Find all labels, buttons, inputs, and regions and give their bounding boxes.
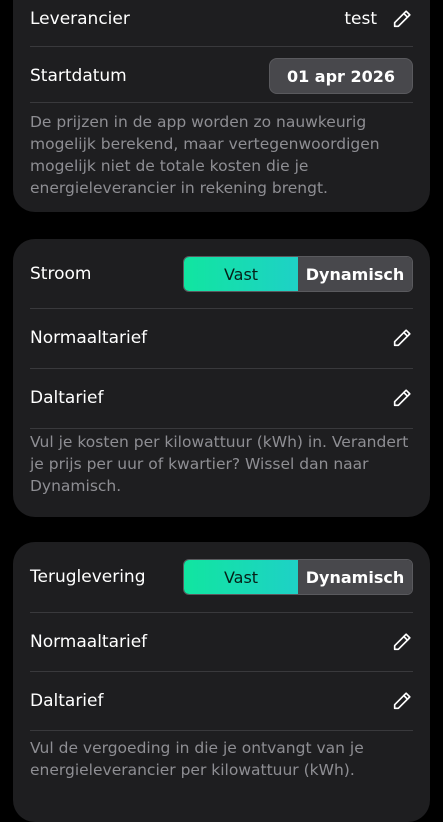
supplier-card: Leverancier test Startdatum 01 apr 2026 … xyxy=(13,0,430,212)
start-date-label: Startdatum xyxy=(30,66,127,86)
divider xyxy=(30,612,413,613)
feed-in-option-dynamic[interactable]: Dynamisch xyxy=(298,560,412,594)
divider xyxy=(30,428,413,429)
edit-feed-in-off-peak-rate-pencil-icon[interactable] xyxy=(391,690,413,712)
edit-electricity-normal-rate-pencil-icon[interactable] xyxy=(391,327,413,349)
feed-in-header-row: Teruglevering Vast Dynamisch xyxy=(30,558,413,596)
edit-electricity-off-peak-rate-pencil-icon[interactable] xyxy=(391,387,413,409)
electricity-tariff-toggle[interactable]: Vast Dynamisch xyxy=(183,256,413,292)
supplier-note: De prijzen in de app worden zo nauwkeuri… xyxy=(30,113,380,197)
electricity-normal-rate-row[interactable]: Normaaltarief xyxy=(30,323,413,353)
supplier-label: Leverancier xyxy=(30,9,130,29)
edit-feed-in-normal-rate-pencil-icon[interactable] xyxy=(391,631,413,653)
feed-in-off-peak-rate-row[interactable]: Daltarief xyxy=(30,686,413,716)
divider xyxy=(30,102,413,103)
start-date-row: Startdatum 01 apr 2026 xyxy=(30,56,413,96)
feed-in-card: Teruglevering Vast Dynamisch Normaaltari… xyxy=(13,542,430,822)
electricity-header-row: Stroom Vast Dynamisch xyxy=(30,255,413,293)
divider xyxy=(30,368,413,369)
feed-in-option-fixed[interactable]: Vast xyxy=(184,560,298,594)
feed-in-title: Teruglevering xyxy=(30,567,146,587)
supplier-value-group[interactable]: test xyxy=(344,8,413,30)
electricity-note: Vul je kosten per kilowattuur (kWh) in. … xyxy=(30,433,409,495)
electricity-off-peak-rate-label: Daltarief xyxy=(30,388,104,408)
start-date-picker[interactable]: 01 apr 2026 xyxy=(269,58,413,94)
divider xyxy=(30,46,413,47)
divider xyxy=(30,308,413,309)
divider xyxy=(30,671,413,672)
feed-in-normal-rate-row[interactable]: Normaaltarief xyxy=(30,627,413,657)
electricity-option-dynamic[interactable]: Dynamisch xyxy=(298,257,412,291)
electricity-option-fixed[interactable]: Vast xyxy=(184,257,298,291)
feed-in-normal-rate-label: Normaaltarief xyxy=(30,632,148,652)
supplier-value: test xyxy=(344,9,377,29)
electricity-off-peak-rate-row[interactable]: Daltarief xyxy=(30,383,413,413)
edit-supplier-pencil-icon[interactable] xyxy=(391,8,413,30)
electricity-title: Stroom xyxy=(30,264,92,284)
feed-in-off-peak-rate-label: Daltarief xyxy=(30,691,104,711)
feed-in-note: Vul de vergoeding in die je ontvangt van… xyxy=(30,739,364,779)
electricity-normal-rate-label: Normaaltarief xyxy=(30,328,148,348)
supplier-row[interactable]: Leverancier test xyxy=(30,4,413,34)
electricity-card: Stroom Vast Dynamisch Normaaltarief Dalt… xyxy=(13,239,430,517)
feed-in-tariff-toggle[interactable]: Vast Dynamisch xyxy=(183,559,413,595)
divider xyxy=(30,730,413,731)
